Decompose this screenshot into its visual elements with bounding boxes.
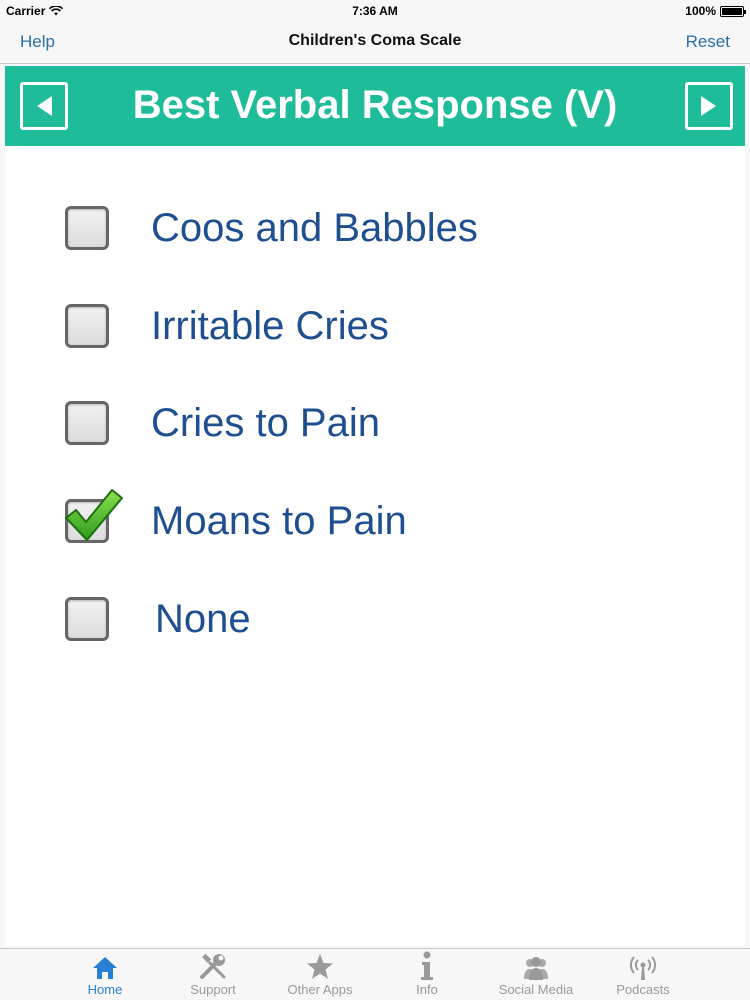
- star-icon: [307, 954, 333, 979]
- checkmark-icon: [65, 489, 123, 541]
- next-section-button[interactable]: [685, 82, 733, 130]
- battery-icon: [720, 5, 746, 17]
- option-label: None: [155, 596, 251, 641]
- option-label: Irritable Cries: [151, 303, 389, 348]
- option-moans-to-pain[interactable]: Moans to Pain: [65, 489, 665, 551]
- option-label: Coos and Babbles: [151, 205, 478, 250]
- tab-bar: Home Support Other Apps Info Social Medi…: [0, 948, 750, 1000]
- checkbox[interactable]: [65, 304, 109, 348]
- page-title: Children's Coma Scale: [288, 32, 462, 49]
- arrow-right-icon: [701, 96, 716, 116]
- checkbox[interactable]: [65, 597, 109, 641]
- option-coos-and-babbles[interactable]: Coos and Babbles: [65, 198, 665, 258]
- checkbox-checked[interactable]: [65, 489, 123, 543]
- battery-percent: 100%: [685, 4, 716, 18]
- tab-info[interactable]: Info: [377, 951, 477, 999]
- tab-label: Home: [87, 982, 123, 997]
- option-label: Moans to Pain: [151, 498, 407, 543]
- navigation-bar: Help Children's Coma Scale Reset: [0, 22, 750, 64]
- status-time: 7:36 AM: [352, 4, 398, 18]
- tab-label: Podcasts: [616, 982, 670, 997]
- tab-label: Support: [190, 982, 236, 997]
- checkbox[interactable]: [65, 206, 109, 250]
- battery-indicator: 100%: [685, 4, 746, 18]
- checkbox[interactable]: [65, 401, 109, 445]
- tab-podcasts[interactable]: Podcasts: [593, 953, 693, 999]
- section-title: Best Verbal Response (V): [132, 83, 618, 127]
- main-content: Best Verbal Response (V) Coos and Babble…: [5, 66, 745, 946]
- option-irritable-cries[interactable]: Irritable Cries: [65, 296, 665, 356]
- home-icon: [93, 957, 117, 979]
- podcast-icon: [630, 956, 656, 980]
- option-none[interactable]: None: [65, 589, 665, 649]
- tab-support[interactable]: Support: [163, 953, 263, 999]
- wrench-screwdriver-icon: [200, 953, 226, 979]
- tab-other-apps[interactable]: Other Apps: [270, 953, 370, 999]
- tab-social-media[interactable]: Social Media: [486, 953, 586, 999]
- tab-label: Info: [416, 982, 438, 997]
- tab-label: Social Media: [498, 982, 574, 997]
- tab-label: Other Apps: [287, 982, 353, 997]
- status-bar: Carrier 7:36 AM 100%: [0, 0, 750, 22]
- people-icon: [524, 957, 548, 980]
- option-label: Cries to Pain: [151, 400, 380, 445]
- section-header: Best Verbal Response (V): [5, 66, 745, 146]
- tab-home[interactable]: Home: [55, 953, 155, 999]
- option-cries-to-pain[interactable]: Cries to Pain: [65, 393, 665, 453]
- info-icon: [421, 951, 433, 980]
- reset-button[interactable]: Reset: [686, 32, 730, 52]
